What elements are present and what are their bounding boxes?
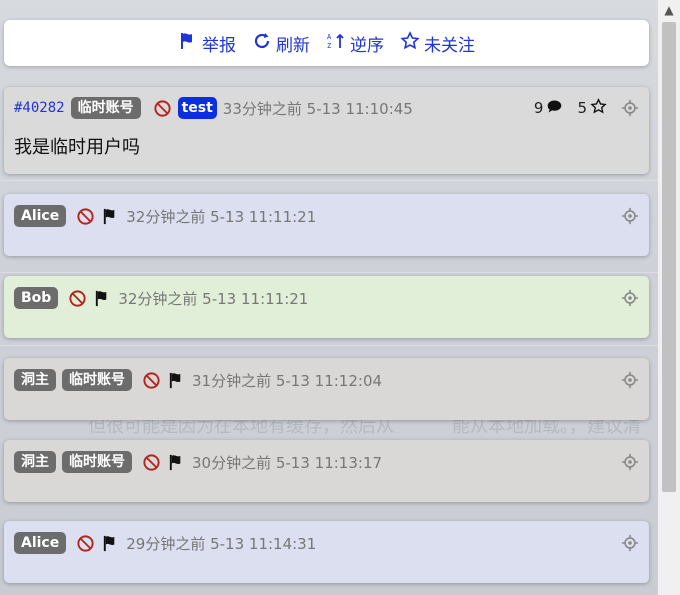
reply-count: 9	[534, 98, 564, 119]
block-icon[interactable]	[142, 453, 161, 472]
reply-count-value: 9	[533, 99, 544, 117]
reply-header: 洞主 临时账号 31分钟之前 5-13 11:12:04	[14, 368, 639, 392]
flag-icon[interactable]	[101, 207, 120, 226]
block-icon[interactable]	[76, 534, 95, 553]
toolbar: 举报 刷新 AZ 逆序 未关注	[4, 20, 649, 66]
svg-text:Z: Z	[327, 42, 331, 50]
follow-label: 未关注	[424, 35, 475, 56]
block-icon[interactable]	[142, 371, 161, 390]
temp-account-badge: 临时账号	[70, 97, 141, 119]
flag-icon[interactable]	[167, 453, 186, 472]
temp-account-badge: 临时账号	[62, 451, 132, 473]
star-count-value: 5	[577, 99, 587, 117]
reply-card[interactable]: 洞主 临时账号 30分钟之前 5-13 11:13:17	[4, 440, 649, 502]
star-outline-icon	[590, 97, 607, 119]
reply-header: Alice 29分钟之前 5-13 11:14:31	[14, 531, 639, 555]
locate-icon[interactable]	[621, 207, 639, 225]
locate-icon[interactable]	[621, 289, 639, 307]
refresh-label: 刷新	[276, 35, 310, 56]
star-count[interactable]: 5	[577, 97, 607, 119]
scroll-up-arrow-icon[interactable]: ▲	[663, 4, 675, 16]
reply-time: 32分钟之前 5-13 11:11:21	[118, 289, 309, 308]
comment-icon	[546, 98, 563, 119]
flag-icon[interactable]	[93, 289, 112, 308]
scrollbar-thumb[interactable]	[662, 22, 676, 492]
sort-icon: AZ	[326, 31, 346, 56]
star-outline-icon	[400, 30, 420, 56]
reply-header: Bob 32分钟之前 5-13 11:11:21	[14, 286, 639, 310]
flag-icon[interactable]	[101, 534, 120, 553]
reply-time: 32分钟之前 5-13 11:11:21	[126, 207, 317, 226]
block-icon[interactable]	[153, 99, 172, 118]
svg-text:A: A	[327, 33, 332, 41]
temp-account-badge: 临时账号	[62, 369, 132, 391]
refresh-icon	[252, 31, 272, 56]
locate-icon[interactable]	[621, 371, 639, 389]
post-header: #40282 临时账号 test 33分钟之前 5-13 11:10:45 9 …	[14, 96, 639, 120]
reply-time: 30分钟之前 5-13 11:13:17	[192, 453, 383, 472]
reverse-order-button[interactable]: AZ 逆序	[326, 31, 384, 56]
flag-icon	[178, 31, 198, 56]
reply-header: Alice 32分钟之前 5-13 11:11:21	[14, 204, 639, 228]
locate-icon[interactable]	[621, 99, 639, 117]
tag-badge[interactable]: test	[177, 97, 217, 119]
post-content: 我是临时用户吗	[14, 137, 140, 158]
author-badge: 洞主	[14, 369, 56, 391]
author-badge: Alice	[14, 205, 67, 227]
author-badge: Alice	[14, 532, 67, 554]
reply-card[interactable]: Bob 32分钟之前 5-13 11:11:21	[4, 276, 649, 338]
reply-card[interactable]: 洞主 临时账号 31分钟之前 5-13 11:12:04	[4, 358, 649, 420]
block-icon[interactable]	[68, 289, 87, 308]
post-stats: 9 5	[534, 97, 639, 119]
post-id[interactable]: #40282	[14, 100, 65, 116]
reply-card[interactable]: Alice 32分钟之前 5-13 11:11:21	[4, 194, 649, 256]
report-button[interactable]: 举报	[178, 31, 236, 56]
flag-icon[interactable]	[167, 371, 186, 390]
reverse-label: 逆序	[350, 35, 384, 56]
follow-button[interactable]: 未关注	[400, 30, 475, 56]
scrollbar[interactable]: ▲	[658, 0, 680, 595]
block-icon[interactable]	[76, 207, 95, 226]
reply-card[interactable]: Alice 29分钟之前 5-13 11:14:31	[4, 521, 649, 583]
locate-icon[interactable]	[621, 534, 639, 552]
post-time: 33分钟之前 5-13 11:10:45	[222, 99, 413, 118]
reply-time: 31分钟之前 5-13 11:12:04	[192, 371, 383, 390]
refresh-button[interactable]: 刷新	[252, 31, 310, 56]
reply-header: 洞主 临时账号 30分钟之前 5-13 11:13:17	[14, 450, 639, 474]
author-badge: Bob	[14, 287, 59, 309]
main-post-card[interactable]: #40282 临时账号 test 33分钟之前 5-13 11:10:45 9 …	[4, 87, 649, 174]
reply-time: 29分钟之前 5-13 11:14:31	[126, 534, 317, 553]
author-badge: 洞主	[14, 451, 56, 473]
locate-icon[interactable]	[621, 453, 639, 471]
report-label: 举报	[202, 35, 236, 56]
